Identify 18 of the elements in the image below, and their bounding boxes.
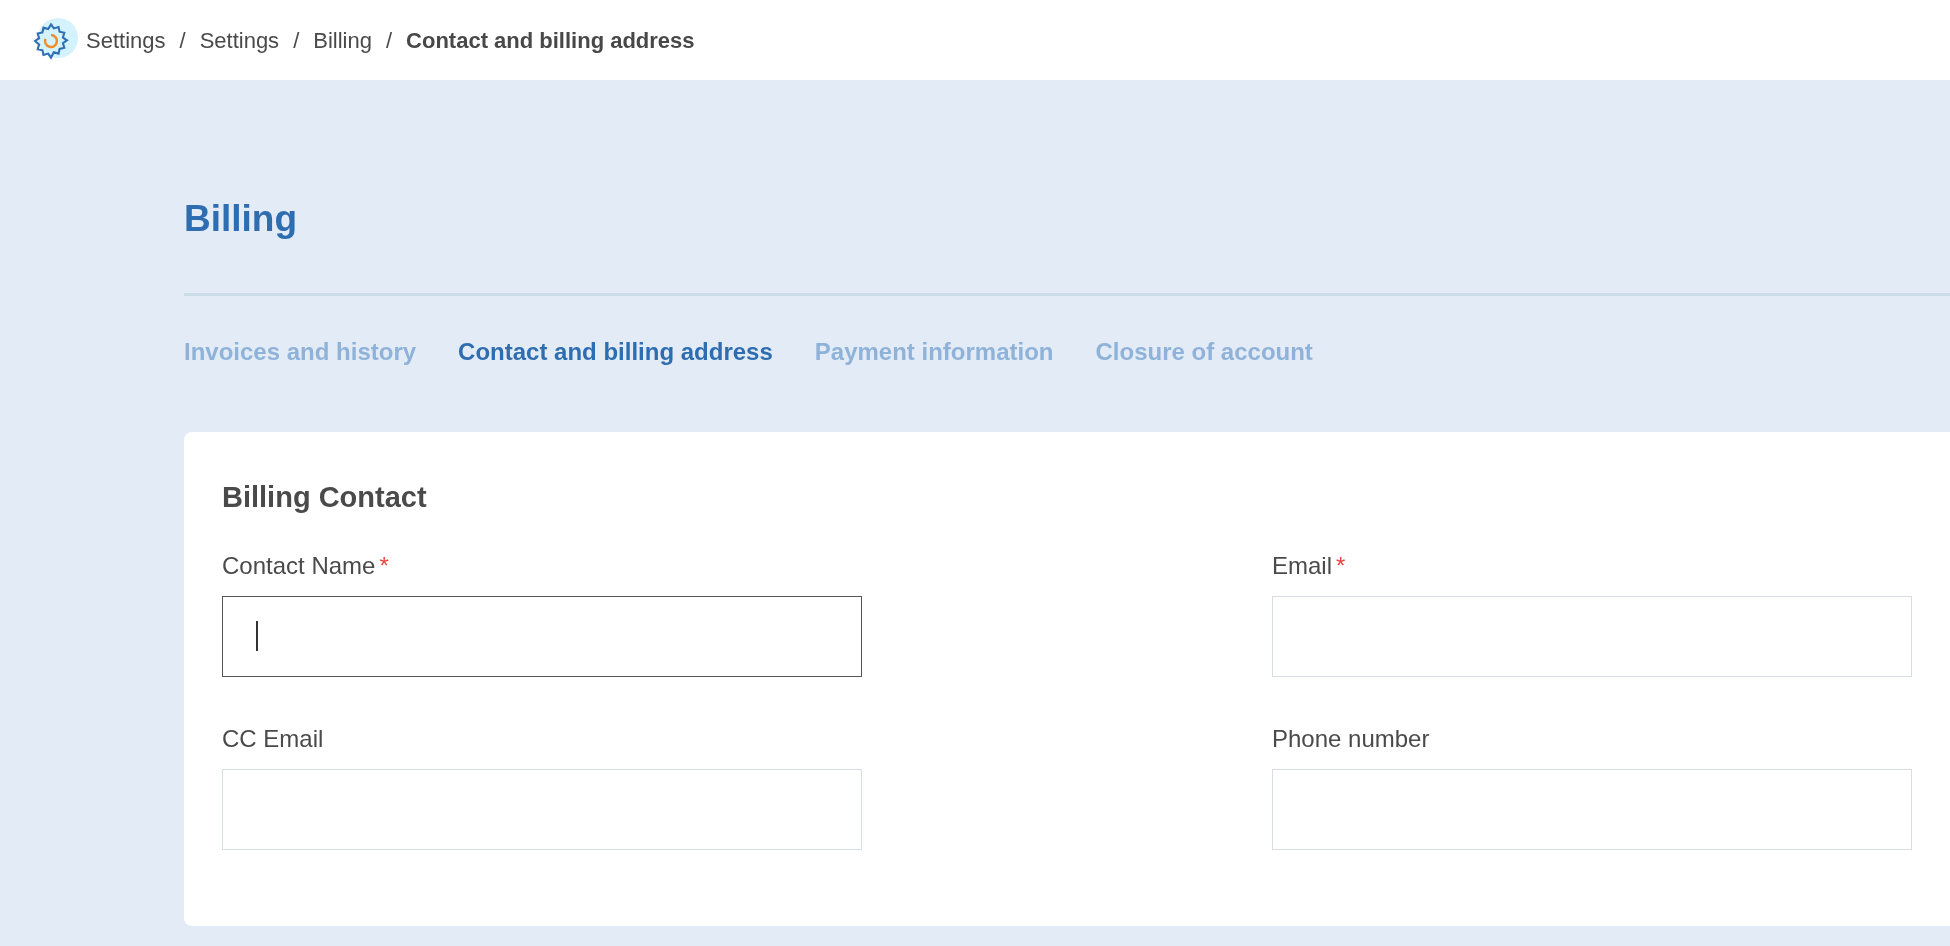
tab[interactable]: Contact and billing address (458, 334, 773, 370)
field-label: Email (1272, 550, 1332, 581)
required-mark: * (1336, 550, 1346, 581)
breadcrumb-separator: / (384, 26, 394, 55)
breadcrumb-separator: / (178, 26, 187, 55)
field-label: Contact Name (222, 550, 376, 581)
field-label: CC Email (222, 723, 324, 754)
required-mark: * (379, 550, 389, 581)
breadcrumb-separator: / (292, 26, 301, 55)
breadcrumb-item: Contact and billing address (406, 26, 695, 55)
page-title: Billing (184, 200, 299, 237)
breadcrumb-item[interactable]: Settings (199, 23, 280, 57)
field-label: Phone number (1272, 723, 1430, 754)
text-cursor (256, 621, 258, 651)
input-field[interactable] (222, 595, 862, 677)
breadcrumb-item[interactable]: Settings (86, 23, 166, 57)
breadcrumb-item[interactable]: Billing (313, 23, 372, 57)
card-title: Billing Contact (222, 480, 428, 515)
